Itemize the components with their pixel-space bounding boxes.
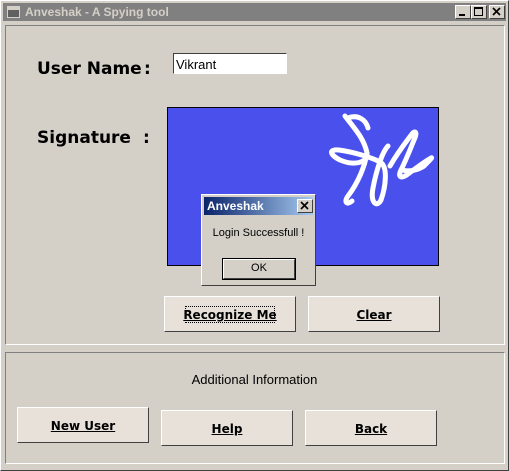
additional-info-label: Additional Information bbox=[191, 372, 318, 387]
close-button[interactable] bbox=[489, 5, 505, 19]
username-colon: : bbox=[144, 59, 151, 79]
recognize-me-label: Recognize Me bbox=[183, 308, 277, 322]
recognize-me-button[interactable]: Recognize Me bbox=[164, 296, 296, 332]
signature-label: Signature bbox=[37, 128, 131, 148]
close-icon bbox=[300, 201, 309, 210]
title-bar[interactable]: Anveshak - A Spying tool bbox=[3, 3, 506, 21]
clear-button[interactable]: Clear bbox=[308, 296, 440, 332]
back-button[interactable]: Back bbox=[305, 410, 437, 446]
login-success-dialog: Anveshak Login Successfull ! OK bbox=[201, 194, 316, 286]
app-icon[interactable] bbox=[7, 6, 20, 18]
username-input[interactable] bbox=[173, 53, 287, 74]
help-label: Help bbox=[211, 422, 243, 436]
ok-label: OK bbox=[251, 262, 267, 274]
new-user-button[interactable]: New User bbox=[17, 407, 149, 443]
help-button[interactable]: Help bbox=[161, 410, 293, 446]
maximize-icon bbox=[474, 7, 483, 16]
main-window: Anveshak - A Spying tool User Name : Sig… bbox=[0, 0, 509, 471]
dialog-title-bar[interactable]: Anveshak bbox=[204, 197, 313, 215]
signature-colon: : bbox=[143, 128, 150, 148]
back-label: Back bbox=[354, 422, 388, 436]
minimize-icon bbox=[459, 14, 465, 16]
minimize-button[interactable] bbox=[455, 5, 471, 19]
clear-label: Clear bbox=[356, 308, 392, 322]
dialog-message: Login Successfull ! bbox=[212, 227, 305, 239]
dialog-title: Anveshak bbox=[207, 199, 264, 213]
username-label: User Name bbox=[37, 59, 142, 79]
new-user-label: New User bbox=[50, 419, 116, 433]
maximize-button[interactable] bbox=[471, 5, 487, 19]
window-title: Anveshak - A Spying tool bbox=[25, 5, 169, 19]
close-icon bbox=[492, 7, 501, 16]
dialog-ok-button[interactable]: OK bbox=[222, 258, 296, 280]
dialog-close-button[interactable] bbox=[297, 199, 313, 213]
